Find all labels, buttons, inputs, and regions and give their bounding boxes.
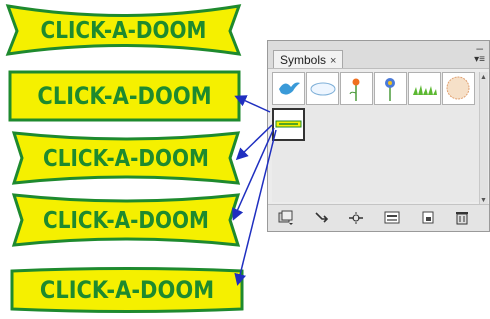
- delete-symbol-icon[interactable]: [454, 210, 470, 225]
- banner-text: CLICK-A-DOOM: [43, 206, 209, 234]
- banner-text: CLICK-A-DOOM: [43, 144, 209, 172]
- place-symbol-instance-icon[interactable]: [314, 210, 330, 225]
- flower-orange-symbol[interactable]: [340, 72, 373, 105]
- new-symbol-icon[interactable]: [420, 210, 436, 225]
- symbol-libraries-menu-icon[interactable]: [278, 210, 294, 225]
- panel-menu-icon[interactable]: ▾≡: [474, 54, 485, 65]
- cloud-symbol[interactable]: [306, 72, 339, 105]
- grass-symbol[interactable]: [408, 72, 441, 105]
- panel-header: Symbols × – ▾≡: [268, 41, 489, 69]
- banner-text: CLICK-A-DOOM: [37, 82, 212, 110]
- scroll-down-icon[interactable]: ▼: [480, 197, 487, 204]
- banner-3: CLICK-A-DOOM: [11, 131, 241, 185]
- banner-4: CLICK-A-DOOM: [11, 193, 241, 247]
- break-link-icon[interactable]: [348, 210, 364, 225]
- tab-label: Symbols: [280, 53, 327, 67]
- bird-symbol[interactable]: [272, 72, 305, 105]
- banner-1: CLICK-A-DOOM: [5, 3, 242, 57]
- symbol-options-icon[interactable]: [384, 210, 400, 225]
- arrow-to-banner-2: [234, 95, 271, 113]
- symbols-panel: Symbols × – ▾≡ ▲ ▼: [267, 40, 490, 232]
- dandelion-symbol[interactable]: [442, 72, 475, 105]
- minimize-icon[interactable]: –: [476, 41, 483, 55]
- tab-close-icon[interactable]: ×: [330, 55, 336, 67]
- flower-blue-symbol[interactable]: [374, 72, 407, 105]
- tab-symbols[interactable]: Symbols ×: [273, 50, 344, 68]
- panel-toolbar: [268, 204, 489, 231]
- banner-text: CLICK-A-DOOM: [39, 276, 215, 304]
- banner-2: CLICK-A-DOOM: [8, 70, 241, 122]
- panel-scrollbar[interactable]: ▲ ▼: [479, 72, 488, 206]
- scroll-up-icon[interactable]: ▲: [480, 74, 487, 81]
- symbol-grid: [272, 72, 480, 202]
- banner-text: CLICK-A-DOOM: [40, 16, 207, 44]
- click-a-doom-symbol[interactable]: [272, 108, 305, 141]
- banner-5: CLICK-A-DOOM: [10, 265, 244, 315]
